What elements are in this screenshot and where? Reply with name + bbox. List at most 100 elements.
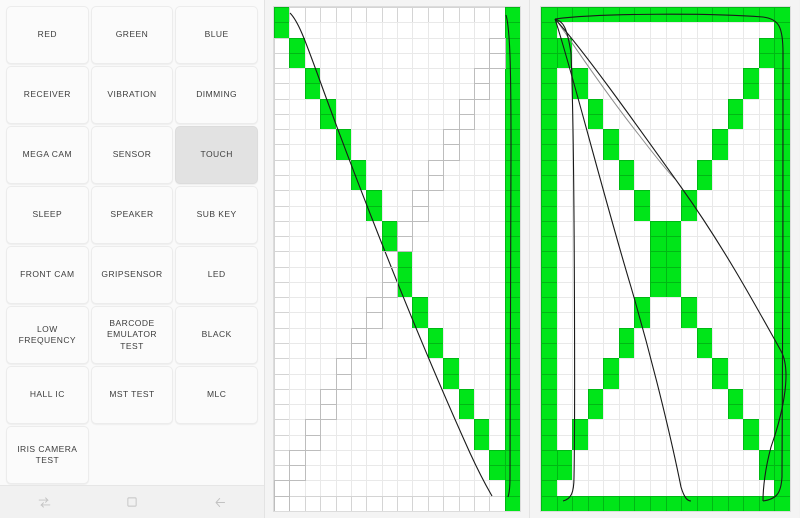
touch-cell-empty[interactable] [556, 68, 574, 85]
touch-cell-empty[interactable] [712, 251, 729, 268]
touch-cell-empty[interactable] [458, 22, 475, 39]
touch-cell-empty[interactable] [320, 373, 337, 390]
touch-cell-empty[interactable] [603, 220, 620, 238]
touch-cell-empty[interactable] [335, 236, 352, 253]
touch-cell-empty[interactable] [649, 190, 667, 207]
touch-cell-empty[interactable] [289, 404, 306, 421]
touch-cell-empty[interactable] [572, 236, 589, 253]
touch-cell-hit[interactable] [274, 22, 291, 39]
touch-cell-empty[interactable] [665, 465, 683, 482]
touch-cell-hit[interactable] [504, 220, 520, 238]
touch-cell-empty[interactable] [489, 388, 506, 406]
touch-cell-empty[interactable] [556, 419, 574, 436]
touch-cell-hit[interactable] [758, 495, 776, 511]
touch-cell-empty[interactable] [320, 83, 337, 100]
touch-cell-empty[interactable] [289, 434, 306, 451]
touch-cell-hit[interactable] [427, 327, 445, 344]
touch-cell-empty[interactable] [649, 358, 667, 375]
touch-cell-empty[interactable] [397, 465, 414, 482]
touch-cell-empty[interactable] [758, 343, 776, 360]
touch-cell-empty[interactable] [603, 159, 620, 176]
touch-cell-hit[interactable] [504, 159, 520, 176]
touch-cell-empty[interactable] [443, 495, 460, 511]
touch-cell-hit[interactable] [541, 190, 558, 207]
touch-cell-empty[interactable] [397, 373, 414, 390]
touch-cell-empty[interactable] [696, 205, 714, 222]
touch-cell-empty[interactable] [412, 113, 429, 131]
touch-cell-empty[interactable] [458, 480, 475, 497]
touch-cell-empty[interactable] [758, 480, 776, 497]
touch-cell-empty[interactable] [712, 22, 729, 39]
touch-cell-empty[interactable] [572, 144, 589, 161]
touch-cell-hit[interactable] [541, 220, 558, 238]
touch-cell-empty[interactable] [489, 358, 506, 375]
touch-cell-hit[interactable] [541, 236, 558, 253]
touch-cell-empty[interactable] [366, 68, 383, 85]
menu-button[interactable]: IRIS CAMERA TEST [6, 426, 89, 484]
touch-cell-empty[interactable] [603, 113, 620, 131]
touch-cell-empty[interactable] [489, 404, 506, 421]
touch-cell-empty[interactable] [758, 236, 776, 253]
touch-cell-empty[interactable] [320, 220, 337, 238]
touch-cell-empty[interactable] [289, 251, 306, 268]
touch-cell-hit[interactable] [289, 52, 306, 70]
touch-cell-empty[interactable] [458, 343, 475, 360]
touch-cell-empty[interactable] [649, 449, 667, 467]
touch-cell-hit[interactable] [727, 404, 745, 421]
menu-button[interactable]: RED [6, 6, 89, 64]
touch-cell-hit[interactable] [541, 83, 558, 100]
touch-cell-empty[interactable] [381, 404, 398, 421]
touch-cell-empty[interactable] [366, 465, 383, 482]
touch-cell-empty[interactable] [712, 159, 729, 176]
touch-cell-empty[interactable] [427, 52, 445, 70]
touch-cell-hit[interactable] [727, 7, 745, 24]
touch-cell-empty[interactable] [366, 159, 383, 176]
touch-cell-empty[interactable] [350, 266, 368, 283]
touch-cell-empty[interactable] [443, 434, 460, 451]
touch-cell-empty[interactable] [758, 373, 776, 390]
touch-cell-empty[interactable] [572, 129, 589, 146]
touch-cell-hit[interactable] [603, 495, 620, 511]
touch-cell-empty[interactable] [320, 144, 337, 161]
touch-cell-empty[interactable] [473, 37, 491, 54]
touch-cell-empty[interactable] [381, 7, 398, 24]
touch-cell-empty[interactable] [489, 68, 506, 85]
touch-cell-empty[interactable] [335, 419, 352, 436]
touch-cell-hit[interactable] [541, 327, 558, 344]
touch-cell-empty[interactable] [696, 358, 714, 375]
touch-cell-empty[interactable] [350, 343, 368, 360]
touch-cell-empty[interactable] [458, 419, 475, 436]
touch-cell-hit[interactable] [541, 465, 558, 482]
touch-cell-empty[interactable] [587, 236, 605, 253]
touch-cell-empty[interactable] [758, 190, 776, 207]
touch-cell-hit[interactable] [696, 327, 714, 344]
touch-cell-hit[interactable] [774, 190, 790, 207]
touch-cell-empty[interactable] [587, 434, 605, 451]
touch-cell-empty[interactable] [274, 220, 291, 238]
touch-cell-hit[interactable] [743, 83, 760, 100]
touch-cell-empty[interactable] [556, 113, 574, 131]
touch-cell-empty[interactable] [603, 98, 620, 115]
touch-cell-empty[interactable] [727, 327, 745, 344]
touch-cell-empty[interactable] [397, 98, 414, 115]
menu-button[interactable]: MLC [175, 366, 258, 424]
touch-cell-empty[interactable] [727, 37, 745, 54]
touch-cell-hit[interactable] [758, 52, 776, 70]
touch-cell-empty[interactable] [289, 175, 306, 192]
touch-cell-empty[interactable] [320, 37, 337, 54]
touch-cell-empty[interactable] [274, 205, 291, 222]
touch-cell-empty[interactable] [274, 190, 291, 207]
touch-cell-empty[interactable] [587, 220, 605, 238]
touch-cell-empty[interactable] [443, 281, 460, 299]
touch-cell-empty[interactable] [712, 281, 729, 299]
touch-cell-empty[interactable] [634, 83, 651, 100]
touch-cell-empty[interactable] [427, 159, 445, 176]
touch-cell-empty[interactable] [335, 358, 352, 375]
touch-cell-hit[interactable] [774, 434, 790, 451]
touch-cell-hit[interactable] [774, 297, 790, 314]
touch-cell-hit[interactable] [758, 37, 776, 54]
touch-cell-empty[interactable] [320, 205, 337, 222]
touch-cell-empty[interactable] [381, 129, 398, 146]
touch-cell-hit[interactable] [727, 495, 745, 511]
touch-cell-hit[interactable] [541, 297, 558, 314]
